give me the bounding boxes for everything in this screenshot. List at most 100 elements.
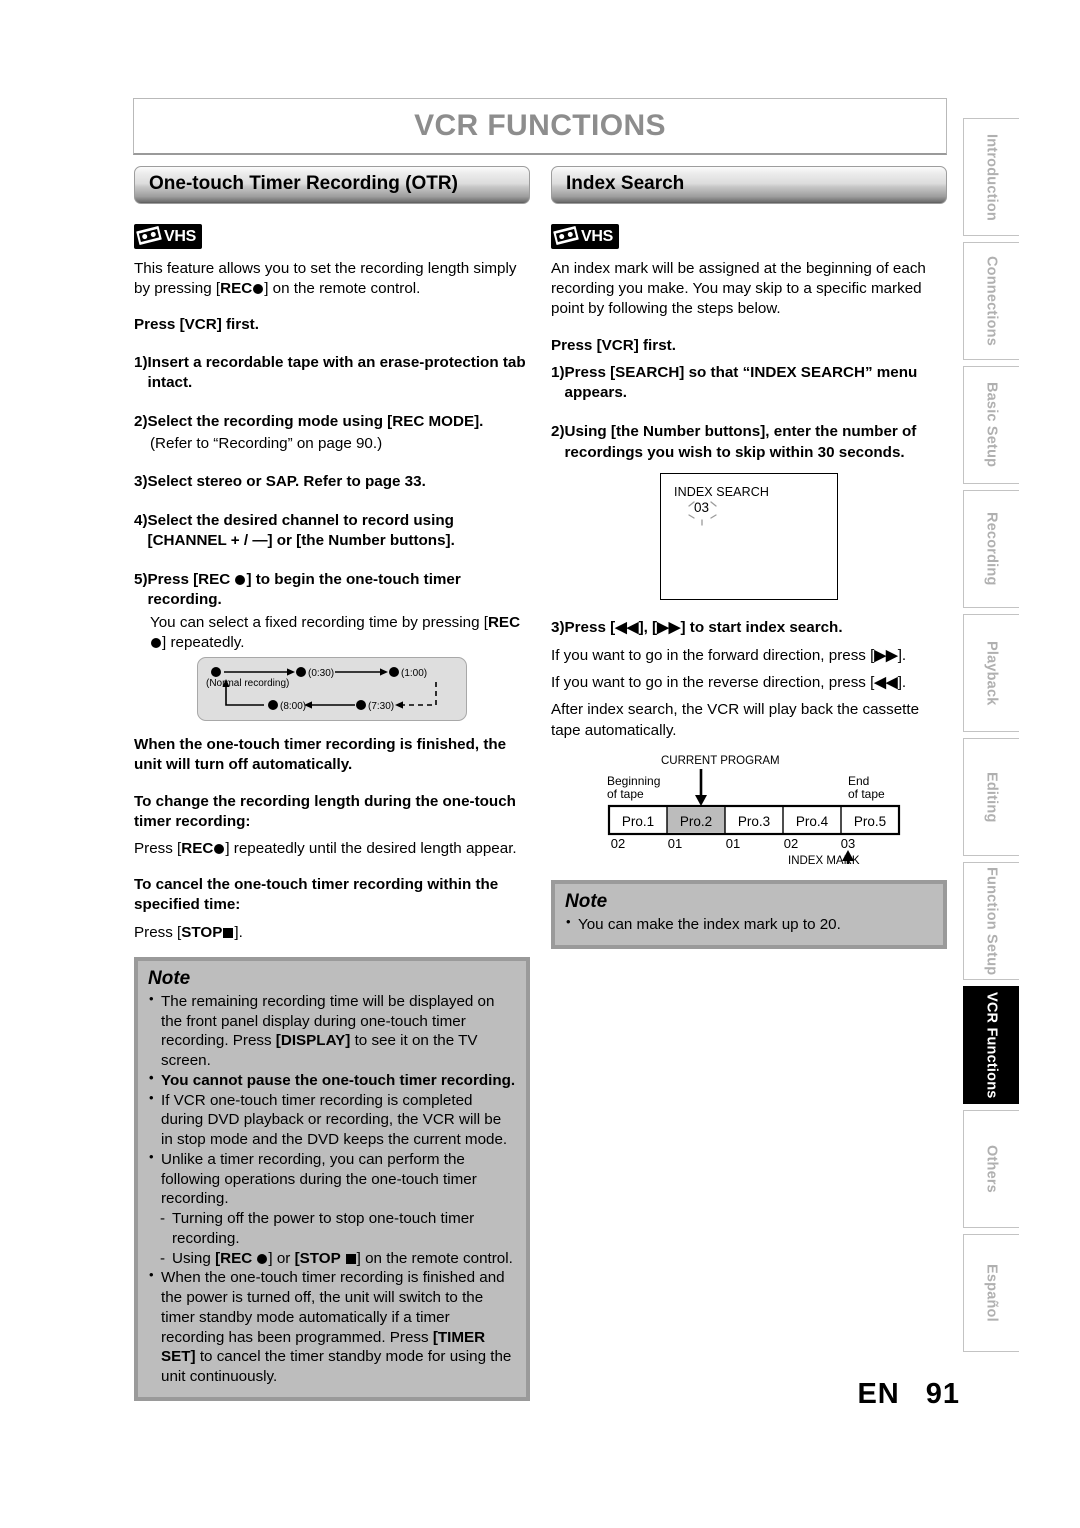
vhs-badge-label-right: VHS <box>581 228 613 245</box>
sidebar-tab-introduction[interactable]: Introduction <box>963 118 1019 236</box>
sidebar-tab-function-setup[interactable]: Function Setup <box>963 862 1019 980</box>
program-label: Pro.2 <box>680 814 712 829</box>
otr-step-4-slash: / <box>239 531 253 549</box>
otr-step-5-sub: You can select a fixed recording time by… <box>134 613 530 653</box>
sidebar-tab-recording[interactable]: Recording <box>963 490 1019 608</box>
index-count: 02 <box>784 836 798 851</box>
otr-step-5-sub-b: ] repeatedly. <box>162 633 245 651</box>
osd-screen-index-search: INDEX SEARCH 03 <box>660 472 838 600</box>
otr-para-2: Press [REC] repeatedly until the desired… <box>134 839 530 859</box>
vhs-badge-left: VHS <box>134 224 202 249</box>
svg-text:(Normal recording): (Normal recording) <box>206 678 289 689</box>
vhs-cassette-icon <box>551 224 581 247</box>
otr-para-3-a: Press [ <box>134 923 182 941</box>
section-title-index-search: Index Search <box>566 172 685 194</box>
rec-dot-icon <box>257 1253 268 1264</box>
manual-page: VCR FUNCTIONS One-touch Timer Recording … <box>0 0 1080 1528</box>
section-title-otr: One-touch Timer Recording (OTR) <box>149 172 458 194</box>
footer-page-number: 91 <box>925 1378 960 1410</box>
note-list-otr: The remaining recording time will be dis… <box>148 991 516 1387</box>
section-tab-rail: Introduction Connections Basic Setup Rec… <box>963 118 1019 1358</box>
tape-timeline-svg: CURRENT PROGRAM Beginning of tape End of… <box>607 755 901 867</box>
otr-cycle-svg: (0:30) (1:00) (8:00) (7:30) (Normal reco… <box>206 667 437 712</box>
sidebar-tab-basic-setup[interactable]: Basic Setup <box>963 366 1019 484</box>
index-step-2: 2) Using [the Number buttons], enter the… <box>551 422 947 462</box>
index-intro-paragraph: An index mark will be assigned at the be… <box>551 260 926 318</box>
end-of-tape-label-2: of tape <box>848 787 885 801</box>
otr-press-vcr-first: Press [VCR] first. <box>134 316 259 334</box>
beginning-of-tape-label-2: of tape <box>607 787 644 801</box>
otr-step-3-num: 3) <box>134 472 148 490</box>
otr-step-4-b: ] or [the Number buttons]. <box>267 531 455 549</box>
svg-text:(0:30): (0:30) <box>308 668 334 679</box>
otr-step-2-sub: (Refer to “Recording” on page 90.) <box>150 435 383 453</box>
page-title: VCR FUNCTIONS <box>414 109 666 142</box>
note-item: Turning off the power to stop one-touch … <box>148 1209 516 1249</box>
note-box-index-search: Note You can make the index mark up to 2… <box>551 879 947 949</box>
section-header-otr: One-touch Timer Recording (OTR) <box>134 166 530 204</box>
otr-para-2-a: Press [ <box>134 839 182 857</box>
index-step-1-text: Press [SEARCH] so that “INDEX SEARCH” me… <box>564 363 918 402</box>
page-footer: EN 91 <box>0 1378 960 1411</box>
sidebar-tab-connections[interactable]: Connections <box>963 242 1019 360</box>
otr-intro-rec-label: REC <box>220 280 253 298</box>
index-count: 01 <box>726 836 740 851</box>
program-label: Pro.4 <box>796 814 829 829</box>
right-column: Index Search VHS An index mark will be a… <box>551 166 947 949</box>
index-count: 02 <box>611 836 625 851</box>
otr-step-2: 2) Select the recording mode using [REC … <box>134 412 530 432</box>
svg-text:(7:30): (7:30) <box>368 701 394 712</box>
rec-dot-icon <box>253 284 264 295</box>
rec-dot-icon <box>214 843 225 854</box>
note-item: When the one-touch timer recording is fi… <box>148 1267 516 1387</box>
note-item: If VCR one-touch timer recording is comp… <box>148 1090 516 1150</box>
otr-step-5-sub-a: You can select a fixed recording time by… <box>150 613 488 631</box>
index-forward-line: If you want to go in the forward directi… <box>551 646 907 664</box>
index-step-3-text: Press [◀◀], [▶▶] to start index search. <box>564 618 843 636</box>
stop-square-icon <box>345 1253 356 1264</box>
osd-blink-marks-icon <box>688 501 717 526</box>
section-header-index-search: Index Search <box>551 166 947 204</box>
otr-para-3-stop-label: STOP <box>181 923 223 941</box>
footer-language: EN <box>857 1378 900 1410</box>
note-title-otr: Note <box>148 967 191 989</box>
svg-text:(8:00): (8:00) <box>280 701 306 712</box>
otr-bold-para-1: When the one-touch timer recording is fi… <box>134 736 507 774</box>
index-step-2-text: Using [the Number buttons], enter the nu… <box>564 423 917 461</box>
sidebar-tab-espanol[interactable]: Español <box>963 1234 1019 1352</box>
otr-step-2-num: 2) <box>134 413 148 431</box>
sidebar-tab-others[interactable]: Others <box>963 1110 1019 1228</box>
current-program-label: CURRENT PROGRAM <box>661 755 780 767</box>
otr-step-3: 3) Select stereo or SAP. Refer to page 3… <box>134 472 530 492</box>
tape-timeline-diagram: CURRENT PROGRAM Beginning of tape End of… <box>551 749 947 867</box>
otr-step-1: 1) Insert a recordable tape with an eras… <box>134 353 530 393</box>
left-column: One-touch Timer Recording (OTR) VHS This… <box>134 166 530 1401</box>
otr-cycle-diagram: (0:30) (1:00) (8:00) (7:30) (Normal reco… <box>134 657 530 722</box>
note-list-index-search: You can make the index mark up to 20. <box>565 914 933 935</box>
otr-step-1-num: 1) <box>134 353 148 371</box>
program-label: Pro.1 <box>622 814 654 829</box>
note-item: The remaining recording time will be dis… <box>148 991 516 1071</box>
index-step-2-num: 2) <box>551 423 565 441</box>
otr-step-4: 4) Select the desired channel to record … <box>134 511 530 551</box>
end-of-tape-label-1: End <box>848 774 869 788</box>
index-press-vcr-first: Press [VCR] first. <box>551 336 676 354</box>
otr-para-2-rec-label: REC <box>181 839 214 857</box>
otr-step-5-rec-label: REC <box>487 613 521 631</box>
sidebar-tab-editing[interactable]: Editing <box>963 738 1019 856</box>
otr-step-2-text: Select the recording mode using [REC MOD… <box>147 413 484 431</box>
note-item: Unlike a timer recording, you can perfor… <box>148 1149 516 1209</box>
otr-step-5-text: Press [REC ] to begin the one-touch time… <box>148 570 530 610</box>
beginning-of-tape-label-1: Beginning <box>607 774 660 788</box>
otr-step-3-text: Select stereo or SAP. Refer to page 33. <box>147 472 426 490</box>
sidebar-tab-vcr-functions[interactable]: VCR Functions <box>963 986 1019 1104</box>
sidebar-tab-playback[interactable]: Playback <box>963 614 1019 732</box>
vhs-cassette-icon <box>134 224 164 247</box>
running-head: VCR FUNCTIONS <box>133 98 947 155</box>
index-step-3: 3) Press [◀◀], [▶▶] to start index searc… <box>551 618 947 638</box>
otr-para-3-b: ]. <box>234 923 243 941</box>
otr-step-5-a: Press [REC <box>147 571 235 589</box>
note-item: Using [REC ] or [STOP ] on the remote co… <box>148 1249 516 1269</box>
note-title-index-search: Note <box>565 890 608 912</box>
rec-dot-icon <box>151 637 161 648</box>
